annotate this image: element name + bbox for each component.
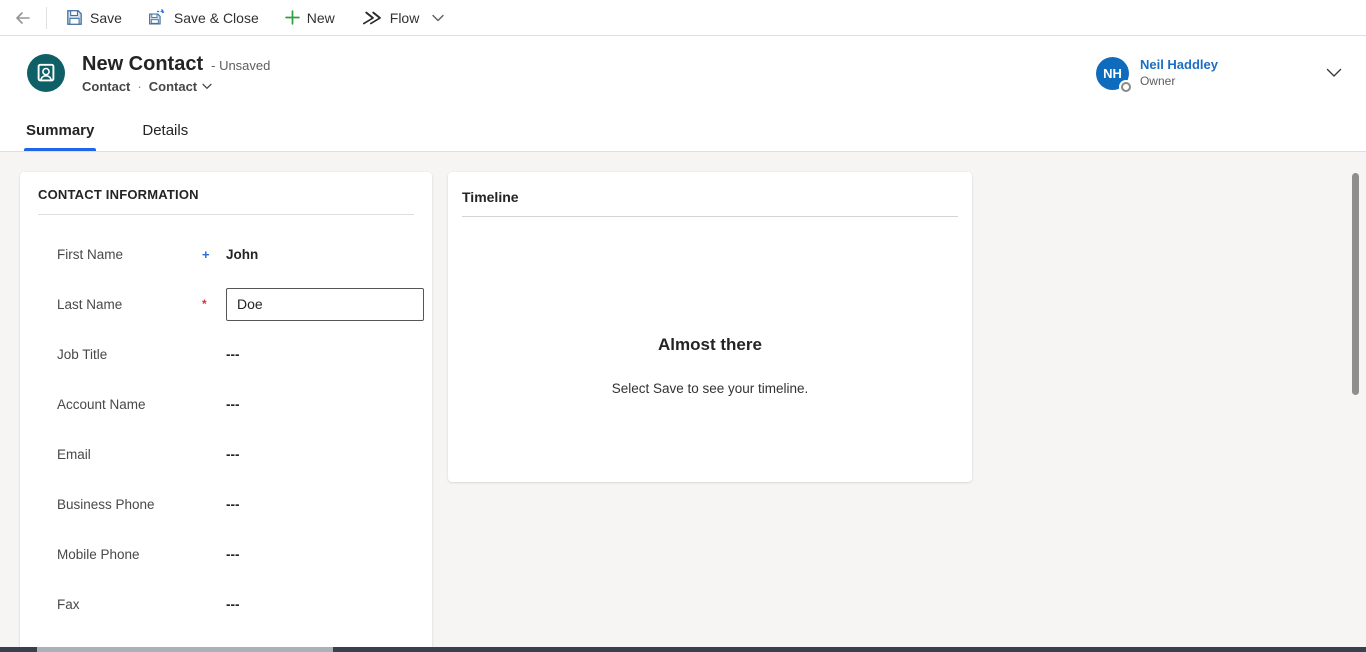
- field-row: Last Name *: [20, 279, 432, 329]
- timeline-empty-heading: Almost there: [658, 335, 762, 354]
- save-and-close-button[interactable]: Save & Close: [135, 0, 272, 35]
- chevron-down-icon: [432, 14, 445, 22]
- arrow-left-icon: [15, 11, 31, 25]
- field-row: Email ---: [20, 429, 432, 479]
- header-collapse-chevron[interactable]: [1326, 68, 1342, 78]
- field-label: Mobile Phone: [57, 546, 140, 562]
- field-value[interactable]: ---: [226, 597, 240, 612]
- field-label: First Name: [57, 246, 124, 262]
- save-button-label: Save: [90, 9, 122, 26]
- field-label: Email: [57, 446, 91, 462]
- contact-fields: First Name + John Last Name * Job Title …: [20, 215, 432, 652]
- field-row: Fax ---: [20, 579, 432, 629]
- chevron-down-icon: [1326, 68, 1342, 78]
- record-header: New Contact - Unsaved Contact · Contact: [0, 36, 1366, 110]
- new-button[interactable]: New: [272, 0, 348, 35]
- horizontal-scrollbar[interactable]: [0, 647, 1366, 652]
- form-selector-label: Contact: [148, 78, 198, 94]
- timeline-empty-message: Select Save to see your timeline.: [611, 381, 809, 396]
- commandbar-divider: [46, 6, 47, 29]
- entity-type-label[interactable]: Contact: [82, 79, 130, 94]
- breadcrumb: Contact · Contact: [82, 79, 270, 94]
- page-title: New Contact: [82, 52, 204, 75]
- field-value[interactable]: ---: [226, 397, 240, 412]
- field-label: Job Title: [57, 346, 108, 362]
- dynamics-contact-form: Save Save & Close New Flow New Contact -…: [0, 0, 1366, 652]
- new-button-label: New: [306, 9, 335, 26]
- flow-button[interactable]: Flow: [348, 0, 433, 35]
- field-value[interactable]: ---: [226, 547, 240, 562]
- field-value[interactable]: ---: [226, 497, 240, 512]
- chevron-down-icon: [202, 83, 212, 90]
- section-divider: [462, 216, 958, 217]
- tab-details[interactable]: Details: [140, 122, 190, 151]
- avatar-initials: NH: [1103, 65, 1122, 81]
- form-selector[interactable]: Contact: [149, 79, 212, 94]
- contact-information-card: CONTACT INFORMATION First Name + John La…: [20, 172, 432, 652]
- timeline-card: Timeline Almost there Select Save to see…: [448, 172, 972, 482]
- field-value[interactable]: John: [226, 247, 258, 262]
- field-marker: *: [202, 297, 207, 311]
- field-row: Business Phone ---: [20, 479, 432, 529]
- field-row: First Name + John: [20, 229, 432, 279]
- save-close-icon: [148, 9, 167, 26]
- field-label: Business Phone: [57, 496, 155, 512]
- back-button[interactable]: [0, 0, 46, 35]
- timeline-empty-state: Almost there Select Save to see your tim…: [448, 335, 972, 396]
- field-row: Mobile Phone ---: [20, 529, 432, 579]
- save-and-close-button-label: Save & Close: [173, 9, 259, 26]
- save-icon: [66, 9, 83, 26]
- breadcrumb-separator: ·: [137, 78, 142, 94]
- command-bar: Save Save & Close New Flow: [0, 0, 1366, 36]
- presence-indicator-icon: [1120, 81, 1131, 92]
- field-label: Last Name: [57, 296, 123, 312]
- field-value[interactable]: ---: [226, 347, 240, 362]
- plus-icon: [284, 10, 300, 25]
- owner-name-link[interactable]: Neil Haddley: [1140, 57, 1218, 73]
- contact-information-title: CONTACT INFORMATION: [38, 187, 199, 202]
- horizontal-scrollbar-thumb[interactable]: [37, 647, 333, 652]
- vertical-scrollbar-thumb[interactable]: [1352, 173, 1359, 395]
- field-marker: +: [202, 246, 210, 262]
- flow-dropdown-chevron[interactable]: [432, 14, 452, 22]
- form-body: CONTACT INFORMATION First Name + John La…: [0, 152, 1366, 652]
- timeline-title: Timeline: [462, 189, 519, 205]
- save-button[interactable]: Save: [53, 0, 135, 35]
- tab-summary[interactable]: Summary: [24, 122, 97, 151]
- unsaved-status: - Unsaved: [211, 57, 271, 73]
- field-value[interactable]: ---: [226, 447, 240, 462]
- field-input[interactable]: [226, 287, 424, 321]
- flow-icon: [361, 11, 383, 25]
- field-label: Account Name: [57, 396, 146, 412]
- field-label: Fax: [57, 596, 80, 612]
- owner-role-label: Owner: [1139, 74, 1176, 89]
- flow-button-label: Flow: [389, 9, 420, 26]
- owner-avatar[interactable]: NH: [1095, 56, 1131, 92]
- contact-entity-icon: [27, 54, 65, 92]
- field-row: Job Title ---: [20, 329, 432, 379]
- form-tabs: Summary Details: [0, 110, 1366, 152]
- owner-block: NH Neil Haddley Owner: [1095, 56, 1342, 92]
- field-row: Account Name ---: [20, 379, 432, 429]
